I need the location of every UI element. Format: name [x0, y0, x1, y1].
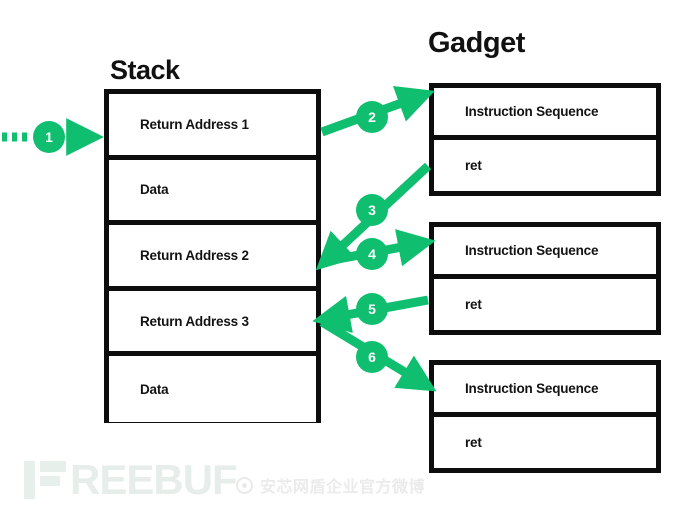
gadget-row-label: Instruction Sequence — [465, 380, 599, 396]
step-badge-6: 6 — [356, 341, 388, 373]
gadget-row-label: Instruction Sequence — [465, 242, 599, 258]
stack-cell: Data — [109, 356, 316, 422]
gadget-frame: Instruction Sequence ret — [429, 83, 661, 196]
gadget-frame: Instruction Sequence ret — [429, 360, 661, 473]
step-badge-label: 1 — [45, 129, 53, 145]
step-badge-5: 5 — [356, 293, 388, 325]
stack-cell: Return Address 2 — [109, 225, 316, 291]
freebuf-logo-bar — [24, 461, 35, 499]
gadget-row-label: Instruction Sequence — [465, 103, 599, 119]
stack-cell: Return Address 3 — [109, 290, 316, 357]
step-badge-label: 4 — [368, 246, 376, 262]
gadget-row: ret — [434, 139, 656, 191]
stack-cell: Data — [109, 159, 316, 226]
step-badge-3: 3 — [356, 194, 388, 226]
step-badge-4: 4 — [356, 238, 388, 270]
step-badge-2: 2 — [356, 101, 388, 133]
freebuf-watermark-text: REEBUF — [70, 456, 238, 503]
stack-cell-label: Return Address 2 — [140, 247, 249, 263]
freebuf-logo-f-mark — [40, 461, 66, 499]
step-badge-label: 5 — [368, 301, 376, 317]
stack-frame: Return Address 1 Data Return Address 2 R… — [104, 89, 321, 423]
stack-cell-label: Return Address 1 — [140, 116, 249, 132]
stack-cell-label: Return Address 3 — [140, 313, 249, 329]
gadget-row: ret — [434, 416, 656, 468]
gadget-title: Gadget — [428, 27, 525, 59]
stack-cell-label: Data — [140, 381, 169, 397]
step-badge-label: 6 — [368, 349, 376, 365]
gadget-row: ret — [434, 278, 656, 330]
gadget-frame: Instruction Sequence ret — [429, 222, 661, 335]
stack-title: Stack — [110, 55, 180, 85]
step-badge-label: 3 — [368, 202, 376, 218]
gadget-row-label: ret — [465, 157, 482, 173]
gadget-row: Instruction Sequence — [434, 227, 656, 279]
stack-cell: Return Address 1 — [109, 94, 316, 160]
gadget-row: Instruction Sequence — [434, 365, 656, 417]
freebuf-watermark-logo: REEBUF — [24, 456, 238, 503]
gadget-row: Instruction Sequence — [434, 88, 656, 140]
step-badge-label: 2 — [368, 109, 376, 125]
diagram-canvas: Stack Gadget Return Address 1 Data Retur… — [0, 0, 690, 511]
step-badge-1: 1 — [33, 121, 65, 153]
weibo-watermark: 安芯网盾企业官方微博 — [236, 473, 425, 497]
weibo-icon — [236, 476, 253, 494]
gadget-row-label: ret — [465, 296, 482, 312]
stack-cell-label: Data — [140, 182, 169, 198]
weibo-watermark-text: 安芯网盾企业官方微博 — [260, 479, 426, 496]
gadget-row-label: ret — [465, 434, 482, 450]
